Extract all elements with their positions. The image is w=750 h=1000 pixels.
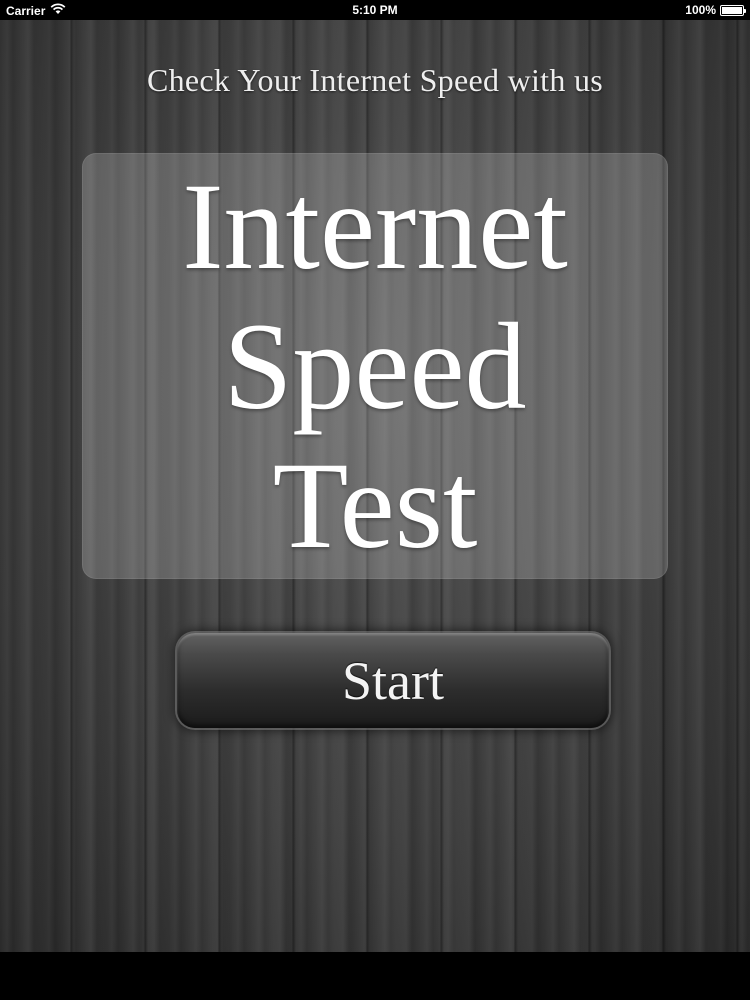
title-line-internet: Internet bbox=[182, 158, 568, 295]
subtitle: Check Your Internet Speed with us bbox=[146, 62, 604, 98]
battery-icon bbox=[720, 4, 746, 16]
start-button-label: Start bbox=[342, 650, 444, 711]
status-time: 5:10 PM bbox=[352, 3, 398, 17]
status-bar: Carrier 5:10 PM 100% bbox=[0, 0, 750, 20]
bottom-bar bbox=[0, 952, 750, 1000]
app-content: Check Your Internet Speed with us Intern… bbox=[0, 20, 750, 952]
battery-percent: 100% bbox=[685, 3, 716, 17]
title-panel: Internet Speed Test bbox=[82, 153, 668, 579]
title-line-test: Test bbox=[272, 437, 478, 574]
start-button[interactable]: Start bbox=[177, 633, 609, 728]
screen: Carrier 5:10 PM 100% Check Your Internet… bbox=[0, 0, 750, 1000]
battery-fill bbox=[722, 6, 742, 14]
status-right: 100% bbox=[685, 3, 746, 17]
title-line-speed: Speed bbox=[223, 298, 527, 435]
